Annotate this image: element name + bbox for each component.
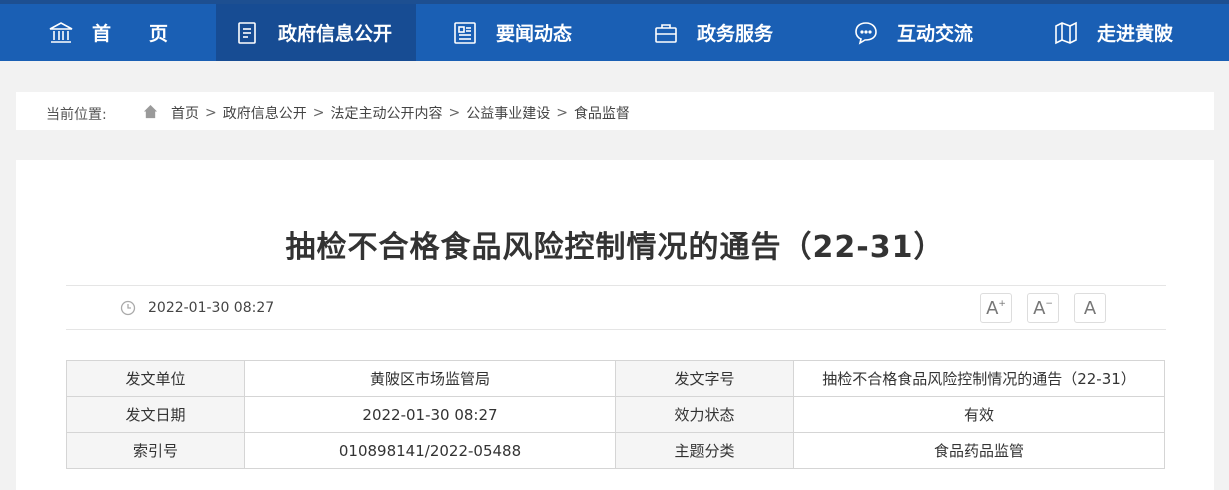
nav-item-news[interactable]: 要闻动态: [452, 4, 572, 61]
table-value: 有效: [793, 396, 1165, 433]
minus-icon: −: [1045, 299, 1053, 309]
breadcrumb: 当前位置: 首页 > 政府信息公开 > 法定主动公开内容 > 公益事业建设 > …: [16, 92, 1214, 130]
breadcrumb-separator: >: [312, 105, 325, 121]
nav-item-label: 政府信息公开: [278, 23, 393, 45]
bank-icon: [49, 21, 73, 43]
table-key: 发文字号: [615, 360, 794, 397]
font-decrease-button[interactable]: A −: [1027, 293, 1059, 323]
table-row: 索引号 010898141/2022-05488 主题分类 食品药品监管: [66, 432, 1165, 469]
article-meta: 2022-01-30 08:27 A + A − A: [66, 285, 1166, 330]
table-key: 索引号: [66, 432, 245, 469]
chat-icon: [855, 21, 877, 45]
nav-item-label: 要闻动态: [496, 23, 573, 45]
font-reset-button[interactable]: A: [1074, 293, 1106, 323]
font-decrease-label: A: [1033, 297, 1046, 319]
news-icon: [454, 21, 476, 44]
breadcrumb-item-gov-info[interactable]: 政府信息公开: [223, 103, 307, 123]
nav-item-gov-info[interactable]: 政府信息公开: [216, 4, 416, 61]
font-increase-label: A: [986, 297, 999, 319]
table-key: 效力状态: [615, 396, 794, 433]
map-icon: [1055, 21, 1077, 44]
table-key: 发文单位: [66, 360, 245, 397]
document-info-table: 发文单位 黄陂区市场监管局 发文字号 抽检不合格食品风险控制情况的通告（22-3…: [66, 360, 1165, 469]
nav-item-about[interactable]: 走进黄陂: [1053, 4, 1173, 61]
article-title: 抽检不合格食品风险控制情况的通告（22-31）: [285, 230, 945, 265]
table-row: 发文日期 2022-01-30 08:27 效力状态 有效: [66, 396, 1165, 433]
breadcrumb-item-public-welfare[interactable]: 公益事业建设: [466, 103, 550, 123]
table-key: 主题分类: [615, 432, 794, 469]
main-nav: 首 页 政府信息公开 要闻动态 政务服务 互动交流 走进黄陂: [0, 4, 1229, 61]
breadcrumb-item-food[interactable]: 食品监督: [574, 103, 630, 123]
breadcrumb-label: 当前位置:: [46, 107, 107, 123]
nav-item-services[interactable]: 政务服务: [653, 4, 773, 61]
nav-item-label: 政务服务: [697, 23, 774, 45]
breadcrumb-trail: 首页 > 政府信息公开 > 法定主动公开内容 > 公益事业建设 > 食品监督: [171, 103, 630, 123]
publish-date: 2022-01-30 08:27: [148, 300, 275, 316]
table-row: 发文单位 黄陂区市场监管局 发文字号 抽检不合格食品风险控制情况的通告（22-3…: [66, 360, 1165, 397]
nav-item-label: 走进黄陂: [1097, 23, 1174, 45]
breadcrumb-item-statutory[interactable]: 法定主动公开内容: [330, 103, 442, 123]
breadcrumb-separator: >: [448, 105, 461, 121]
table-value: 抽检不合格食品风险控制情况的通告（22-31）: [793, 360, 1165, 397]
breadcrumb-separator: >: [205, 105, 217, 121]
document-icon: [238, 21, 256, 44]
plus-icon: +: [998, 299, 1006, 309]
table-value: 010898141/2022-05488: [244, 432, 616, 469]
clock-icon: [120, 300, 136, 316]
nav-item-interaction[interactable]: 互动交流: [853, 4, 973, 61]
article-panel: 抽检不合格食品风险控制情况的通告（22-31） 2022-01-30 08:27…: [16, 160, 1214, 490]
table-value: 2022-01-30 08:27: [244, 396, 616, 433]
briefcase-icon: [655, 23, 677, 43]
nav-item-label: 互动交流: [897, 23, 974, 45]
home-icon: [143, 104, 158, 119]
nav-item-label: 首 页: [92, 23, 169, 45]
font-increase-button[interactable]: A +: [980, 293, 1012, 323]
table-key: 发文日期: [66, 396, 245, 433]
table-value: 食品药品监管: [793, 432, 1165, 469]
nav-item-home[interactable]: 首 页: [48, 4, 168, 61]
table-value: 黄陂区市场监管局: [244, 360, 616, 397]
font-reset-label: A: [1083, 297, 1097, 319]
breadcrumb-separator: >: [556, 105, 568, 121]
breadcrumb-item-home[interactable]: 首页: [171, 103, 199, 123]
